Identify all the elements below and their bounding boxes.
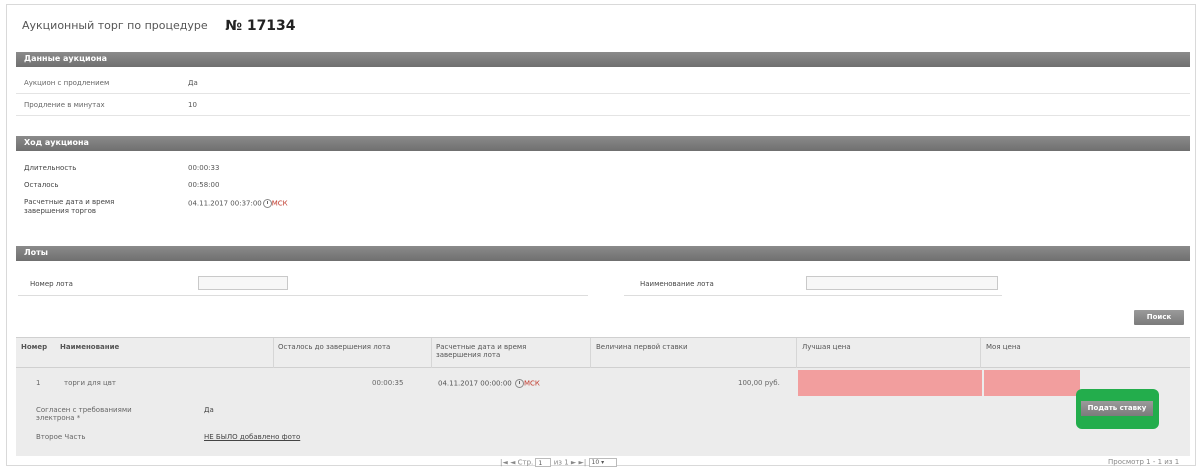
page-title: Аукционный торг по процедуре № 17134 <box>22 17 296 34</box>
row-end-datetime-text: 04.11.2017 00:00:00 <box>438 379 512 388</box>
auction-extension-row: Аукцион с продлением Да <box>16 72 1190 94</box>
end-datetime-label: Расчетные дата и время завершения торгов <box>24 198 114 216</box>
auction-progress-header: Ход аукциона <box>16 136 1190 151</box>
procedure-number: № 17134 <box>225 18 296 34</box>
last-page-button[interactable]: ►| <box>579 459 587 467</box>
row-name: торги для цвт <box>64 379 116 387</box>
first-page-button[interactable]: |◄ <box>500 459 508 467</box>
duration-label: Длительность <box>24 164 77 172</box>
col-my-price: Моя цена <box>986 343 1021 351</box>
remaining-value: 00:58:00 <box>188 181 220 189</box>
pagination: |◄ ◄ Стр. 1 из 1 ► ►| 10 ▾ <box>500 458 617 467</box>
row-remaining: 00:00:35 <box>372 379 404 387</box>
row-number: 1 <box>36 379 41 387</box>
per-page-select[interactable]: 10 ▾ <box>588 458 617 467</box>
best-price-cell <box>798 370 982 396</box>
col-number: Номер <box>21 343 48 351</box>
extension-minutes-row: Продление в минутах 10 <box>16 94 1190 116</box>
agree-requirements-value: Да <box>204 406 214 414</box>
lots-filter-row <box>16 270 1190 296</box>
lot-name-input[interactable] <box>806 276 998 290</box>
auction-extension-value: Да <box>188 79 198 87</box>
row-end-datetime: 04.11.2017 00:00:00 МСК <box>438 379 540 388</box>
col-end-datetime: Расчетные дата и время завершения лота <box>436 343 527 359</box>
col-name: Наименование <box>60 343 120 351</box>
bid-button-highlight: Подать ставку <box>1076 389 1159 429</box>
end-datetime-label-line1: Расчетные дата и время <box>24 198 115 206</box>
col-divider <box>431 338 432 368</box>
agree-requirements-label: Согласен с требованиями электрона * <box>36 406 132 422</box>
col-divider <box>796 338 797 368</box>
lot-name-divider <box>624 295 1002 296</box>
col-first-bid: Величина первой ставки <box>596 343 688 351</box>
page-label: Стр. <box>517 458 534 467</box>
auction-data-header: Данные аукциона <box>16 52 1190 67</box>
place-bid-button[interactable]: Подать ставку <box>1081 401 1153 416</box>
col-divider <box>590 338 591 368</box>
col-divider <box>273 338 274 368</box>
lot-number-input[interactable] <box>198 276 288 290</box>
second-part-label: Второе Часть <box>36 433 86 441</box>
view-info: Просмотр 1 - 1 из 1 <box>1108 458 1180 466</box>
search-button[interactable]: Поиск <box>1134 310 1184 325</box>
extension-minutes-label: Продление в минутах <box>24 101 105 109</box>
auction-extension-label: Аукцион с продлением <box>24 79 110 87</box>
my-price-cell <box>984 370 1080 396</box>
lot-name-label: Наименование лота <box>640 280 714 288</box>
chevron-down-icon: ▾ <box>601 459 605 466</box>
col-remaining: Осталось до завершения лота <box>278 343 391 351</box>
prev-page-button[interactable]: ◄ <box>510 459 515 467</box>
timezone-label: МСК <box>271 199 288 208</box>
clock-icon <box>262 199 272 208</box>
lot-number-divider <box>18 295 588 296</box>
extension-minutes-value: 10 <box>188 101 197 109</box>
lot-number-label: Номер лота <box>30 280 73 288</box>
per-page-value: 10 <box>591 459 600 466</box>
clock-icon <box>514 379 524 388</box>
page-input[interactable]: 1 <box>535 458 552 467</box>
end-datetime-label-line2: завершения торгов <box>24 207 97 215</box>
duration-value: 00:00:33 <box>188 164 220 172</box>
end-datetime-value: 04.11.2017 00:37:00 МСК <box>188 199 288 208</box>
col-best-price: Лучшая цена <box>802 343 851 351</box>
page-count: из 1 <box>553 458 569 467</box>
col-divider <box>980 338 981 368</box>
row-timezone: МСК <box>523 379 540 388</box>
page-title-text: Аукционный торг по процедуре <box>22 19 208 32</box>
remaining-label: Осталось <box>24 181 59 189</box>
lots-table-header: Номер Наименование Осталось до завершени… <box>16 337 1190 368</box>
row-first-bid: 100,00 руб. <box>738 379 780 387</box>
next-page-button[interactable]: ► <box>571 459 576 467</box>
lots-header: Лоты <box>16 246 1190 261</box>
end-datetime-text: 04.11.2017 00:37:00 <box>188 199 262 208</box>
page-input-value: 1 <box>538 460 543 467</box>
second-part-link[interactable]: НЕ БЫЛО добавлено фото <box>204 433 300 441</box>
